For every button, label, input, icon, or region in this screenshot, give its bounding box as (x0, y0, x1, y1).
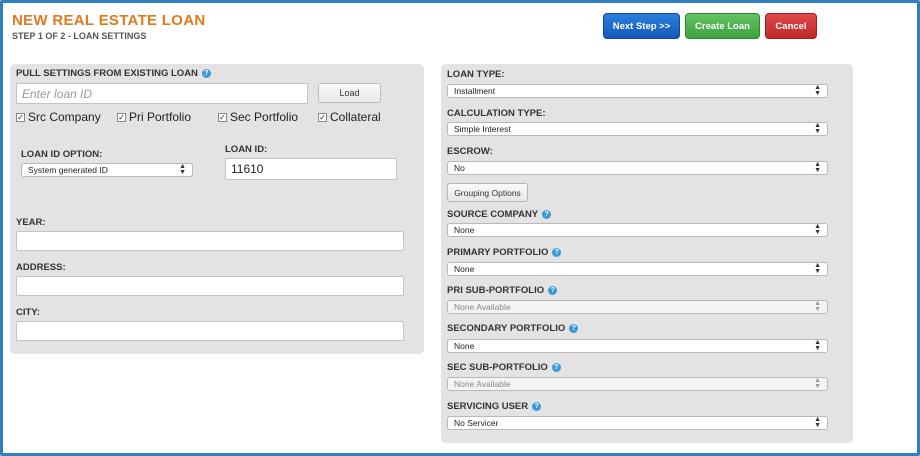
pri-sub-portfolio-label: PRI SUB-PORTFOLIO (447, 285, 545, 296)
primary-portfolio-label: PRIMARY PORTFOLIO (447, 247, 549, 258)
servicing-user-label: SERVICING USER (447, 401, 529, 412)
check-icon[interactable]: ✓ (16, 112, 25, 122)
escrow-select[interactable]: No ▲ ▼ (447, 161, 828, 175)
existing-loan-id-input[interactable] (16, 83, 308, 104)
calculation-type-value: Simple Interest (454, 124, 511, 134)
year-input[interactable] (16, 231, 404, 251)
select-arrows-icon: ▲ ▼ (814, 377, 821, 390)
src-company-checkbox[interactable]: ✓ Src Company (16, 110, 101, 124)
help-icon[interactable]: ? (542, 210, 552, 219)
check-icon[interactable]: ✓ (218, 112, 227, 122)
servicing-user-select[interactable]: No Servicer ▲ ▼ (447, 416, 828, 430)
help-icon[interactable]: ? (532, 402, 542, 411)
help-icon[interactable]: ? (201, 69, 211, 78)
page-title: NEW REAL ESTATE LOAN (12, 12, 206, 29)
select-arrows-icon: ▲ ▼ (814, 161, 821, 174)
calculation-type-label: CALCULATION TYPE: (447, 108, 546, 119)
loan-settings-left-panel (10, 64, 424, 354)
primary-portfolio-select[interactable]: None ▲ ▼ (447, 262, 828, 276)
secondary-portfolio-select[interactable]: None ▲ ▼ (447, 339, 828, 353)
address-input[interactable] (16, 276, 404, 296)
pull-settings-label: PULL SETTINGS FROM EXISTING LOAN (16, 68, 198, 79)
sec-sub-portfolio-select[interactable]: None Available ▲ ▼ (447, 377, 828, 391)
loan-type-label: LOAN TYPE: (447, 69, 505, 80)
select-arrows-icon: ▲ ▼ (814, 84, 821, 97)
city-input[interactable] (16, 321, 404, 341)
pri-sub-portfolio-heading: PRI SUB-PORTFOLIO ? (447, 285, 558, 296)
secondary-portfolio-value: None (454, 341, 475, 351)
year-label: YEAR: (16, 217, 46, 228)
escrow-value: No (454, 163, 465, 173)
secondary-portfolio-heading: SECONDARY PORTFOLIO ? (447, 323, 579, 334)
next-step-button[interactable]: Next Step >> (603, 13, 680, 39)
sec-portfolio-checkbox[interactable]: ✓ Sec Portfolio (218, 110, 298, 124)
secondary-portfolio-label: SECONDARY PORTFOLIO (447, 323, 566, 334)
pri-portfolio-checkbox[interactable]: ✓ Pri Portfolio (117, 110, 191, 124)
source-company-select[interactable]: None ▲ ▼ (447, 223, 828, 237)
check-icon[interactable]: ✓ (318, 112, 327, 122)
help-icon[interactable]: ? (569, 324, 579, 333)
loan-id-option-value: System generated ID (28, 165, 108, 175)
pri-sub-portfolio-select[interactable]: None Available ▲ ▼ (447, 300, 828, 314)
source-company-label: SOURCE COMPANY (447, 209, 539, 220)
address-label: ADDRESS: (16, 262, 66, 273)
select-arrows-icon: ▲ ▼ (814, 262, 821, 275)
select-arrows-icon: ▲ ▼ (814, 122, 821, 135)
collateral-checkbox[interactable]: ✓ Collateral (318, 110, 381, 124)
page-subtitle: STEP 1 OF 2 - LOAN SETTINGS (12, 31, 147, 41)
collateral-label: Collateral (330, 110, 381, 124)
select-arrows-icon: ▲ ▼ (814, 300, 821, 313)
primary-portfolio-heading: PRIMARY PORTFOLIO ? (447, 247, 562, 258)
calculation-type-select[interactable]: Simple Interest ▲ ▼ (447, 122, 828, 136)
pri-portfolio-label: Pri Portfolio (129, 110, 192, 124)
pull-settings-heading: PULL SETTINGS FROM EXISTING LOAN ? (16, 68, 211, 79)
select-arrows-icon: ▲ ▼ (814, 416, 821, 429)
sec-sub-portfolio-label: SEC SUB-PORTFOLIO (447, 362, 548, 373)
src-company-label: Src Company (28, 110, 101, 124)
primary-portfolio-value: None (454, 264, 475, 274)
help-icon[interactable]: ? (548, 286, 558, 295)
pri-sub-portfolio-value: None Available (454, 302, 511, 312)
source-company-value: None (454, 225, 475, 235)
sec-sub-portfolio-value: None Available (454, 379, 511, 389)
source-company-heading: SOURCE COMPANY ? (447, 209, 552, 220)
servicing-user-heading: SERVICING USER ? (447, 401, 542, 412)
grouping-options-button[interactable]: Grouping Options (447, 183, 528, 202)
sec-portfolio-label: Sec Portfolio (230, 110, 299, 124)
cancel-button[interactable]: Cancel (765, 13, 817, 39)
servicing-user-value: No Servicer (454, 418, 499, 428)
loan-id-option-select[interactable]: System generated ID ▲ ▼ (21, 163, 193, 177)
create-loan-button[interactable]: Create Loan (685, 13, 760, 39)
select-arrows-icon: ▲ ▼ (814, 339, 821, 352)
select-arrows-icon: ▲ ▼ (814, 223, 821, 236)
sec-sub-portfolio-heading: SEC SUB-PORTFOLIO ? (447, 362, 561, 373)
load-button[interactable]: Load (318, 83, 381, 103)
check-icon[interactable]: ✓ (117, 112, 126, 122)
help-icon[interactable]: ? (551, 363, 561, 372)
help-icon[interactable]: ? (552, 248, 562, 257)
escrow-label: ESCROW: (447, 146, 493, 157)
loan-id-input[interactable] (225, 158, 397, 180)
loan-type-select[interactable]: Installment ▲ ▼ (447, 84, 828, 98)
loan-id-option-label: LOAN ID OPTION: (21, 149, 103, 160)
city-label: CITY: (16, 307, 41, 318)
loan-id-label: LOAN ID: (225, 144, 268, 155)
select-arrows-icon: ▲ ▼ (179, 163, 186, 176)
loan-type-value: Installment (454, 86, 496, 96)
